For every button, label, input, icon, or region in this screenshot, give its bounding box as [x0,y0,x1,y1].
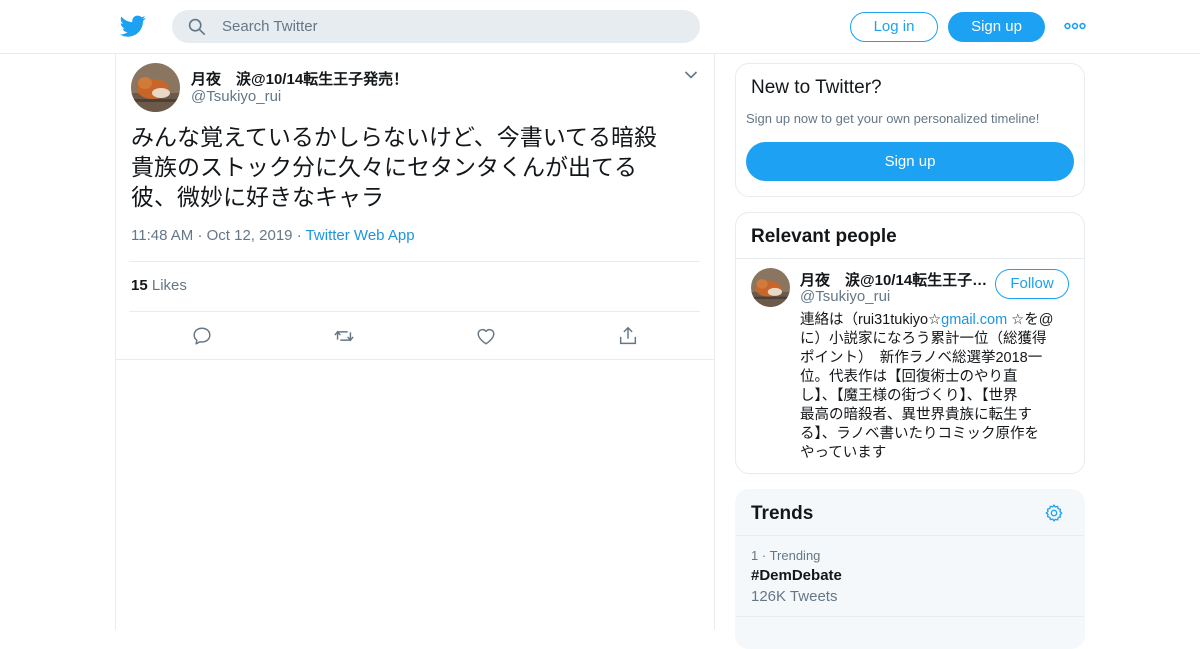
new-to-twitter-card: New to Twitter? Sign up now to get your … [735,63,1085,197]
trend-meta: 1 · Trending [751,548,820,563]
author-name[interactable]: 月夜 涙@10/14転生王子発売！ [191,68,408,89]
divider [736,616,1084,617]
bio-text: ☆を@ [1007,312,1054,328]
likes-stat[interactable]: 15 Likes [131,277,187,294]
divider [736,258,1084,259]
tweet-time[interactable]: 11:48 AM [131,227,193,244]
tweet-source-link[interactable]: Twitter Web App [306,227,415,244]
retweet-icon[interactable] [333,325,355,347]
bio-line: ポイント） 新作ラノベ総選挙2018一 [800,350,1043,366]
more-options-icon[interactable] [1064,18,1086,34]
trends-card: Trends 1 · Trending #DemDebate 126K Twee… [735,489,1085,649]
tweet-text-line: 彼、微妙に好きなキャラ [131,184,384,210]
separator-dot: · [197,227,207,244]
separator-dot: · [296,227,306,244]
trend-rank: 1 [751,548,759,563]
follow-button[interactable]: Follow [995,269,1069,299]
top-navigation-bar: Log in Sign up [0,0,1200,54]
trend-name: #DemDebate [751,567,842,584]
tweet-metadata: 11:48 AM · Oct 12, 2019 · Twitter Web Ap… [131,227,415,244]
tweet: 月夜 涙@10/14転生王子発売！ @Tsukiyo_rui みんな覚えているか… [116,54,714,360]
tweet-text-line: 貴族のストック分に久々にセタンタくんが出てる [131,154,637,180]
card-title: New to Twitter? [751,77,882,98]
search-box[interactable] [172,10,700,43]
trend-count: 126K Tweets [751,588,838,605]
person-avatar[interactable] [751,268,790,307]
bio-line: る】、ラノベ書いたりコミック原作を [800,426,1039,442]
card-title: Trends [751,503,814,524]
search-input[interactable] [222,10,682,43]
trend-item[interactable]: 1 · Trending #DemDebate 126K Tweets [736,536,1084,616]
twitter-bird-icon[interactable] [120,13,146,39]
likes-count: 15 [131,277,148,294]
relevant-people-card: Relevant people 月夜 涙@10/14転生王子発売！ @Tsuki… [735,212,1085,474]
person-handle[interactable]: @Tsukiyo_rui [800,288,890,305]
search-icon [188,18,206,36]
login-button[interactable]: Log in [850,12,938,42]
tweet-date[interactable]: Oct 12, 2019 [207,227,293,244]
divider [129,311,700,312]
gear-icon[interactable] [1044,503,1064,523]
divider [129,261,700,262]
like-icon[interactable] [475,325,497,347]
trend-context: Trending [769,548,821,563]
card-title: Relevant people [751,226,897,247]
bio-line: 連絡は（rui31tukiyo☆gmail.com ☆を@ [800,311,1070,330]
separator-dot: · [761,548,770,563]
card-subtitle: Sign up now to get your own personalized… [746,111,1040,126]
share-icon[interactable] [617,325,639,347]
reply-icon[interactable] [191,325,213,347]
signup-cta-button[interactable]: Sign up [746,142,1074,181]
bio-line: し】、【魔王様の街づくり】、【世界 [800,388,1018,404]
likes-label: Likes [151,277,187,294]
person-name[interactable]: 月夜 涙@10/14転生王子発売！ [800,269,988,290]
bio-link[interactable]: gmail.com [941,312,1007,328]
bio-text: 連絡は（rui31tukiyo☆ [800,312,942,328]
main-column: 月夜 涙@10/14転生王子発売！ @Tsukiyo_rui みんな覚えているか… [115,54,715,630]
tweet-text: みんな覚えているかしらないけど、今書いてる暗殺 貴族のストック分に久々にセタンタ… [131,122,691,212]
bio-line: 最高の暗殺者、異世界貴族に転生す [800,407,1032,423]
person-bio: 連絡は（rui31tukiyo☆gmail.com ☆を@ に）小説家になろう累… [800,311,1070,463]
bio-line: に）小説家になろう累計一位（総獲得 [800,331,1047,347]
bio-line: 位。代表作は【回復術士のやり直 [800,369,1018,385]
author-handle[interactable]: @Tsukiyo_rui [191,88,281,105]
signup-button[interactable]: Sign up [948,12,1045,42]
chevron-down-icon[interactable] [684,70,698,80]
tweet-text-line: みんな覚えているかしらないけど、今書いてる暗殺 [131,124,658,150]
bio-line: やっています [800,445,887,461]
author-avatar[interactable] [131,63,180,112]
